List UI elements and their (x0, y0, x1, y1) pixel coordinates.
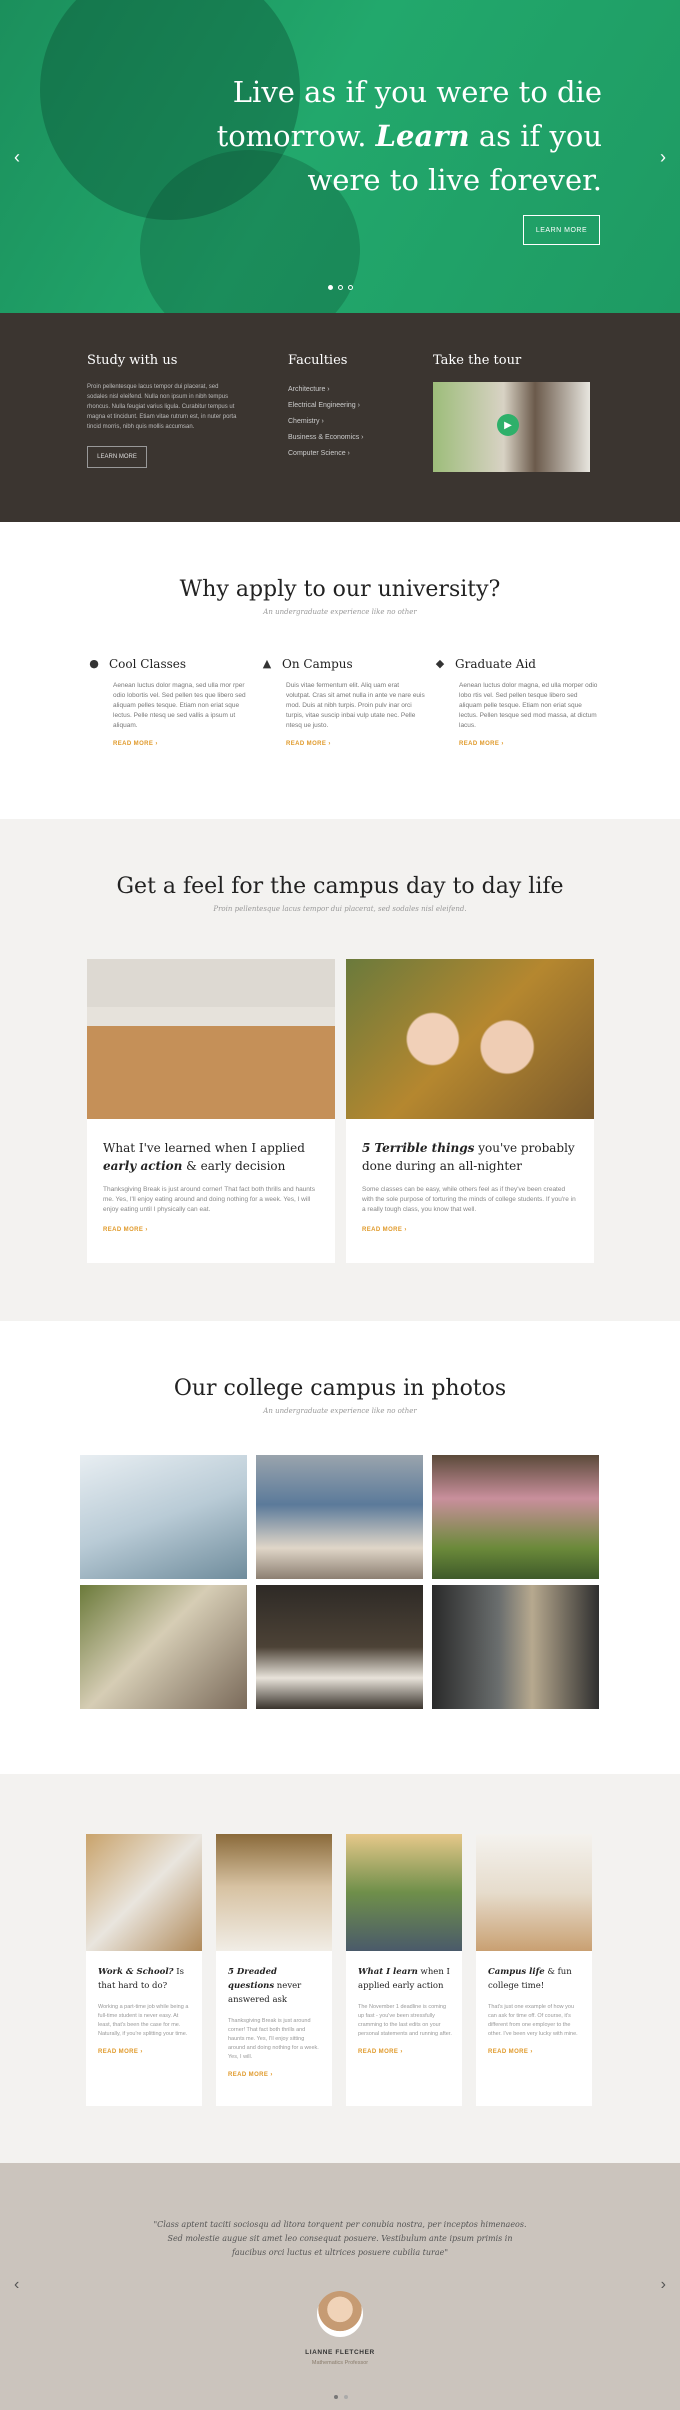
blog-card[interactable]: Campus life & fun college time! That's j… (476, 1834, 592, 2106)
article-excerpt: Thanksgiving Break is just around corner… (103, 1186, 315, 1213)
feature-graduate-aid: ◆ Graduate Aid Aenean luctus dolor magna,… (433, 657, 608, 747)
chevron-left-icon[interactable]: ‹ (14, 2276, 19, 2294)
blog-excerpt: That's just one example of how you can a… (488, 2004, 578, 2037)
hero-title: Live as if you were to die tomorrow. Lea… (216, 75, 602, 197)
study-with-us: Study with us Proin pellentesque lacus t… (87, 353, 237, 468)
blog-card[interactable]: Work & School? Is that hard to do? Worki… (86, 1834, 202, 2106)
blog-excerpt: Thanksgiving Break is just around corner… (228, 2018, 319, 2060)
testimonial-dots (334, 2395, 348, 2399)
gallery-photo[interactable] (80, 1585, 247, 1709)
read-more-link[interactable]: READ MORE › (87, 1227, 335, 1233)
info-band: Study with us Proin pellentesque lacus t… (0, 313, 680, 522)
slider-dot[interactable] (344, 2395, 348, 2399)
feature-text: Duis vitae fermentum elit. Aliq uam erat… (286, 682, 425, 729)
photos-title: Our college campus in photos (173, 1376, 507, 1401)
chevron-left-icon[interactable]: ‹ (14, 147, 20, 168)
faculty-link[interactable]: Computer Science › (288, 446, 363, 462)
chevron-right-icon[interactable]: › (661, 2276, 666, 2294)
read-more-link[interactable]: READ MORE › (87, 741, 262, 747)
campus-life-section: Get a feel for the campus day to day lif… (0, 819, 680, 1321)
hero-learn-more-button[interactable]: LEARN MORE (523, 215, 600, 245)
hero-slider: Live as if you were to die tomorrow. Lea… (0, 0, 680, 313)
feature-text: Aenean luctus dolor magna, sed ulla mor … (113, 682, 246, 729)
testimonial-name: LIANNE FLETCHER (305, 2349, 375, 2356)
slider-dot[interactable] (334, 2395, 338, 2399)
slider-dot[interactable] (338, 285, 343, 290)
blog-image (86, 1834, 202, 1951)
article-title: 5 Terrible things you've probably done d… (362, 1141, 575, 1173)
read-more-link[interactable]: READ MORE › (346, 2049, 462, 2055)
chevron-right-icon[interactable]: › (660, 147, 666, 168)
study-learn-more-button[interactable]: LEARN MORE (87, 446, 147, 468)
testimonial-quote: "Class aptent taciti sociosqu ad litora … (153, 2220, 527, 2257)
read-more-link[interactable]: READ MORE › (260, 741, 435, 747)
why-subtitle: An undergraduate experience like no othe… (263, 608, 417, 616)
students-lying-image (346, 959, 594, 1119)
blog-card[interactable]: What I learn when I applied early action… (346, 1834, 462, 2106)
gallery-photo[interactable] (256, 1585, 423, 1709)
study-text: Proin pellentesque lacus tempor dui plac… (87, 384, 237, 430)
blog-title: Work & School? Is that hard to do? (98, 1967, 184, 1991)
graduation-cap-icon: ◆ (435, 657, 445, 670)
blog-title: Campus life & fun college time! (488, 1967, 572, 1991)
article-title: What I've learned when I applied early a… (103, 1141, 305, 1173)
feel-title: Get a feel for the campus day to day lif… (116, 874, 564, 899)
why-apply-section: Why apply to our university? An undergra… (0, 522, 680, 819)
lecture-hall-image (87, 959, 335, 1119)
blog-excerpt: Working a part-time job while being a fu… (98, 2004, 189, 2037)
take-the-tour: Take the tour ▶ (433, 353, 590, 472)
faculties-title: Faculties (288, 353, 348, 368)
gallery-photo[interactable] (432, 1455, 599, 1579)
article-card[interactable]: What I've learned when I applied early a… (87, 959, 335, 1263)
gallery-photo[interactable] (80, 1455, 247, 1579)
study-title: Study with us (87, 353, 178, 368)
gallery-photo[interactable] (256, 1455, 423, 1579)
read-more-link[interactable]: READ MORE › (433, 741, 608, 747)
feel-subtitle: Proin pellentesque lacus tempor dui plac… (213, 905, 467, 913)
slider-dot[interactable] (328, 285, 333, 290)
feature-text: Aenean luctus dolor magna, ed ulla morpe… (459, 682, 598, 729)
testimonial-section: ‹ › "Class aptent taciti sociosqu ad lit… (0, 2163, 680, 2410)
avatar (317, 2291, 363, 2337)
faculties: Faculties Architecture › Electrical Engi… (288, 353, 363, 462)
feature-title: Cool Classes (109, 657, 187, 671)
blog-card[interactable]: 5 Dreaded questions never answered ask T… (216, 1834, 332, 2106)
testimonial-role: Mathematics Professor (311, 2360, 369, 2366)
slider-dots (328, 285, 353, 290)
blog-image (476, 1834, 592, 1951)
blog-image (216, 1834, 332, 1951)
article-excerpt: Some classes can be easy, while others f… (362, 1186, 576, 1213)
read-more-link[interactable]: READ MORE › (86, 2049, 202, 2055)
faculty-link[interactable]: Chemistry › (288, 414, 363, 430)
blog-image (346, 1834, 462, 1951)
feature-cool-classes: ● Cool Classes Aenean luctus dolor magna,… (87, 657, 262, 747)
photos-subtitle: An undergraduate experience like no othe… (263, 1407, 417, 1415)
faculty-link[interactable]: Business & Economics › (288, 430, 363, 446)
tour-title: Take the tour (433, 353, 522, 368)
gallery-photo[interactable] (432, 1585, 599, 1709)
faculty-link[interactable]: Electrical Engineering › (288, 398, 363, 414)
faculty-link[interactable]: Architecture › (288, 382, 363, 398)
why-title: Why apply to our university? (179, 577, 501, 602)
tour-video-thumbnail[interactable]: ▶ (433, 382, 590, 472)
article-card[interactable]: 5 Terrible things you've probably done d… (346, 959, 594, 1263)
slider-dot[interactable] (348, 285, 353, 290)
read-more-link[interactable]: READ MORE › (346, 1227, 594, 1233)
blog-excerpt: The November 1 deadline is coming up fas… (358, 2004, 452, 2037)
building-icon: ▲ (262, 657, 272, 670)
feature-on-campus: ▲ On Campus Duis vitae fermentum elit. Al… (260, 657, 435, 747)
play-icon[interactable]: ▶ (497, 414, 519, 436)
blog-section: Work & School? Is that hard to do? Worki… (0, 1774, 680, 2163)
feature-title: On Campus (282, 657, 353, 671)
photo-gallery-section: Our college campus in photos An undergra… (0, 1321, 680, 1774)
blog-title: What I learn when I applied early action (358, 1967, 450, 1991)
read-more-link[interactable]: READ MORE › (476, 2049, 592, 2055)
globe-icon: ● (89, 657, 99, 670)
blog-title: 5 Dreaded questions never answered ask (228, 1967, 302, 2005)
read-more-link[interactable]: READ MORE › (216, 2072, 332, 2078)
feature-title: Graduate Aid (455, 657, 536, 671)
